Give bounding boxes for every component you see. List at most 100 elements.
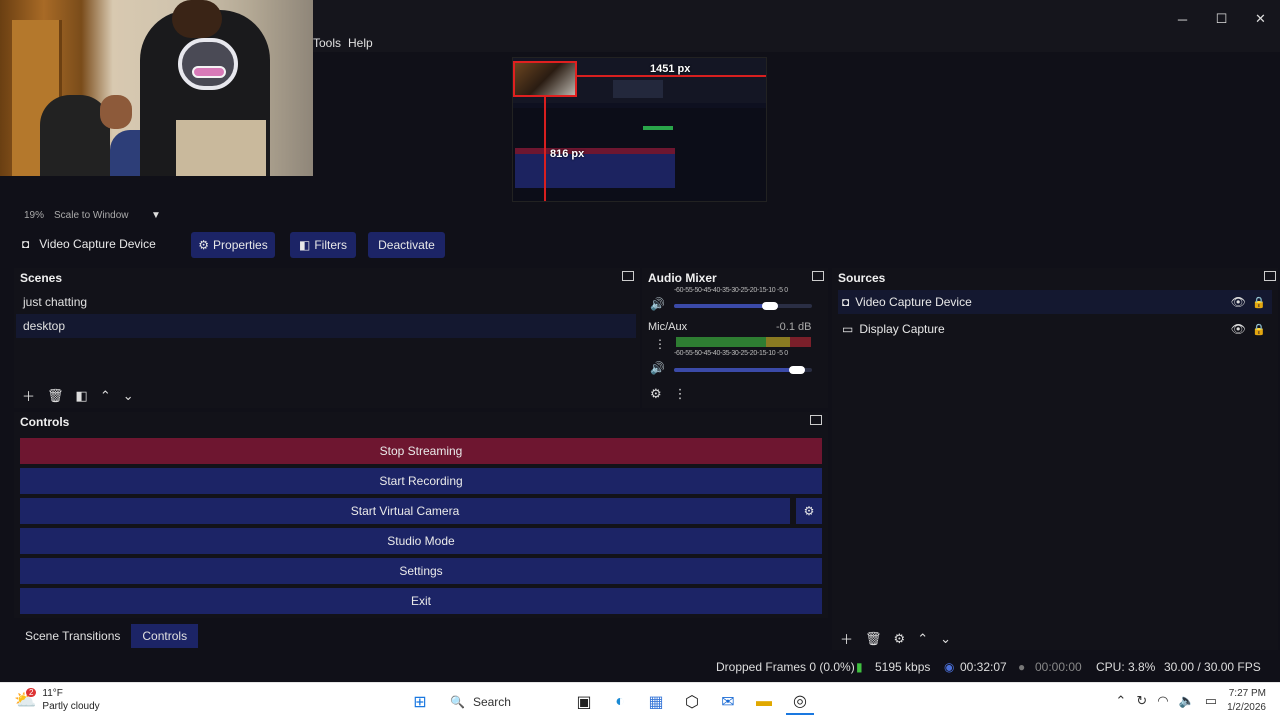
fader-knob[interactable]	[762, 302, 778, 310]
gear-icon: ⚙	[198, 238, 210, 252]
source-toolbar-name: Video Capture Device	[39, 237, 156, 251]
add-icon[interactable]: ＋	[22, 386, 35, 405]
mixer-scale: -60-55-50-45-40-35-30-25-20-15-10 -5 0	[674, 350, 788, 357]
start-recording-button[interactable]: Start Recording	[20, 468, 822, 494]
fader-track[interactable]	[674, 366, 812, 374]
stop-streaming-button[interactable]: Stop Streaming	[20, 438, 822, 464]
float-dock-icon[interactable]	[1264, 271, 1276, 281]
webcam-overlay	[0, 0, 313, 176]
store-icon[interactable]: ▦	[642, 689, 670, 715]
level-meter-red	[790, 337, 811, 347]
virtual-camera-settings-button[interactable]: ⚙	[796, 498, 822, 524]
edge-browser-icon[interactable]: ◐	[606, 689, 634, 715]
search-box[interactable]: 🔍 Search	[442, 689, 562, 715]
scene-item[interactable]: desktop	[16, 314, 636, 338]
source-item[interactable]: ◘ Video Capture Device 👁 🔒	[838, 290, 1272, 314]
fader-knob[interactable]	[789, 366, 805, 374]
source-item-label: Video Capture Device	[855, 295, 972, 309]
close-icon[interactable]: ✕	[1241, 4, 1280, 34]
taskbar-icons: ⊞ 🔍 Search ▣ ◐ ▦ ⬡ ✉ ▬ ◎	[406, 689, 814, 715]
scene-tools: ＋ 🗑 ◧ ⌃ ⌄	[22, 386, 134, 405]
studio-mode-button[interactable]: Studio Mode	[20, 528, 822, 554]
sync-icon[interactable]: ↻	[1136, 693, 1147, 709]
wifi-icon[interactable]: ◠	[1157, 693, 1168, 709]
file-explorer-icon[interactable]: ▬	[750, 689, 778, 715]
streaming-status-icon: ◉	[944, 660, 955, 674]
menu-tools[interactable]: Tools	[313, 36, 341, 50]
deactivate-button[interactable]: Deactivate	[368, 232, 445, 258]
scene-item-label: just chatting	[23, 295, 88, 309]
filters-button[interactable]: ◧ Filters	[290, 232, 356, 258]
chevron-up-icon[interactable]: ⌃	[917, 631, 928, 647]
app-icon[interactable]: ⬡	[678, 689, 706, 715]
clock[interactable]: 7:27 PM 1/2/2026	[1227, 687, 1266, 715]
volume-icon[interactable]: 🔈	[1179, 693, 1195, 709]
mic-aux-level: -0.1 dB	[776, 321, 812, 333]
tab-controls[interactable]: Controls	[131, 624, 199, 648]
camera-icon: ◘	[22, 237, 30, 251]
preview-inner-window	[613, 80, 663, 98]
kebab-menu-icon[interactable]: ⋮	[654, 337, 666, 351]
mixer-tools: ⚙ ⋮	[650, 386, 687, 402]
outlook-icon[interactable]: ✉	[714, 689, 742, 715]
chevron-down-icon[interactable]: ⌄	[123, 388, 134, 404]
task-view-icon[interactable]: ▣	[570, 689, 598, 715]
chevron-up-icon[interactable]: ⌃	[1115, 693, 1126, 709]
mic-aux-label: Mic/Aux	[648, 321, 688, 333]
float-dock-icon[interactable]	[622, 271, 634, 281]
battery-icon[interactable]: ▭	[1205, 693, 1217, 709]
weather-widget[interactable]: ⛅ 2 11°F Partly cloudy	[14, 687, 100, 713]
filter-icon[interactable]: ◧	[76, 388, 88, 404]
scene-item[interactable]: just chatting	[16, 290, 636, 314]
sources-title: Sources	[838, 271, 886, 285]
selected-source-thumbnail[interactable]	[513, 61, 577, 97]
preview-canvas[interactable]: 1451 px 816 px	[512, 57, 767, 202]
dropped-frames: Dropped Frames 0 (0.0%)	[716, 660, 855, 674]
chevron-down-icon[interactable]: ▼	[151, 210, 161, 221]
weather-temp: 11°F	[42, 688, 63, 699]
filter-icon: ◧	[298, 238, 311, 252]
source-item-label: Display Capture	[859, 322, 945, 336]
weather-icon: ⛅ 2	[14, 687, 37, 710]
float-dock-icon[interactable]	[810, 415, 822, 425]
webcam-mask-mouth	[192, 66, 226, 78]
float-dock-icon[interactable]	[812, 271, 824, 281]
trash-icon[interactable]: 🗑	[47, 388, 64, 404]
trash-icon[interactable]: 🗑	[865, 631, 882, 647]
clock-date: 1/2/2026	[1227, 702, 1266, 713]
properties-button[interactable]: ⚙ Properties	[191, 232, 275, 258]
speaker-icon[interactable]: 🔊	[650, 297, 665, 311]
lock-icon[interactable]: 🔒	[1252, 323, 1266, 336]
preview-inner-meter	[643, 126, 673, 130]
scale-mode-select[interactable]: Scale to Window	[54, 210, 128, 221]
maximize-icon[interactable]: ☐	[1202, 4, 1241, 34]
kebab-menu-icon[interactable]: ⋮	[674, 386, 687, 402]
settings-button[interactable]: Settings	[20, 558, 822, 584]
obs-icon[interactable]: ◎	[786, 689, 814, 715]
minimize-icon[interactable]: ─	[1163, 4, 1202, 34]
webcam-mask	[178, 38, 238, 90]
chevron-down-icon[interactable]: ⌄	[940, 631, 951, 647]
recording-status-icon: ●	[1018, 660, 1026, 674]
fader-track[interactable]	[674, 302, 812, 310]
tab-scene-transitions[interactable]: Scene Transitions	[14, 624, 131, 648]
gear-icon[interactable]: ⚙	[650, 386, 662, 402]
start-virtual-camera-button[interactable]: Start Virtual Camera	[20, 498, 790, 524]
menu-help[interactable]: Help	[348, 36, 373, 50]
source-item[interactable]: ▭ Display Capture 👁 🔒	[838, 317, 1272, 341]
eye-icon[interactable]: 👁	[1231, 322, 1246, 336]
speaker-icon[interactable]: 🔊	[650, 361, 665, 375]
system-tray: ⌃ ↻ ◠ 🔈 ▭ 7:27 PM 1/2/2026	[1115, 687, 1266, 715]
add-icon[interactable]: ＋	[840, 629, 853, 648]
gear-icon[interactable]: ⚙	[894, 631, 906, 647]
webcam-pants	[176, 120, 266, 176]
width-measure: 1451 px	[650, 63, 691, 75]
chevron-up-icon[interactable]: ⌃	[100, 388, 111, 404]
level-meter-green	[676, 337, 766, 347]
exit-button[interactable]: Exit	[20, 588, 822, 614]
eye-icon[interactable]: 👁	[1231, 295, 1246, 309]
lock-icon[interactable]: 🔒	[1252, 296, 1266, 309]
windows-start-icon[interactable]: ⊞	[406, 689, 434, 715]
weather-desc: Partly cloudy	[42, 701, 100, 712]
search-icon: 🔍	[450, 695, 465, 709]
